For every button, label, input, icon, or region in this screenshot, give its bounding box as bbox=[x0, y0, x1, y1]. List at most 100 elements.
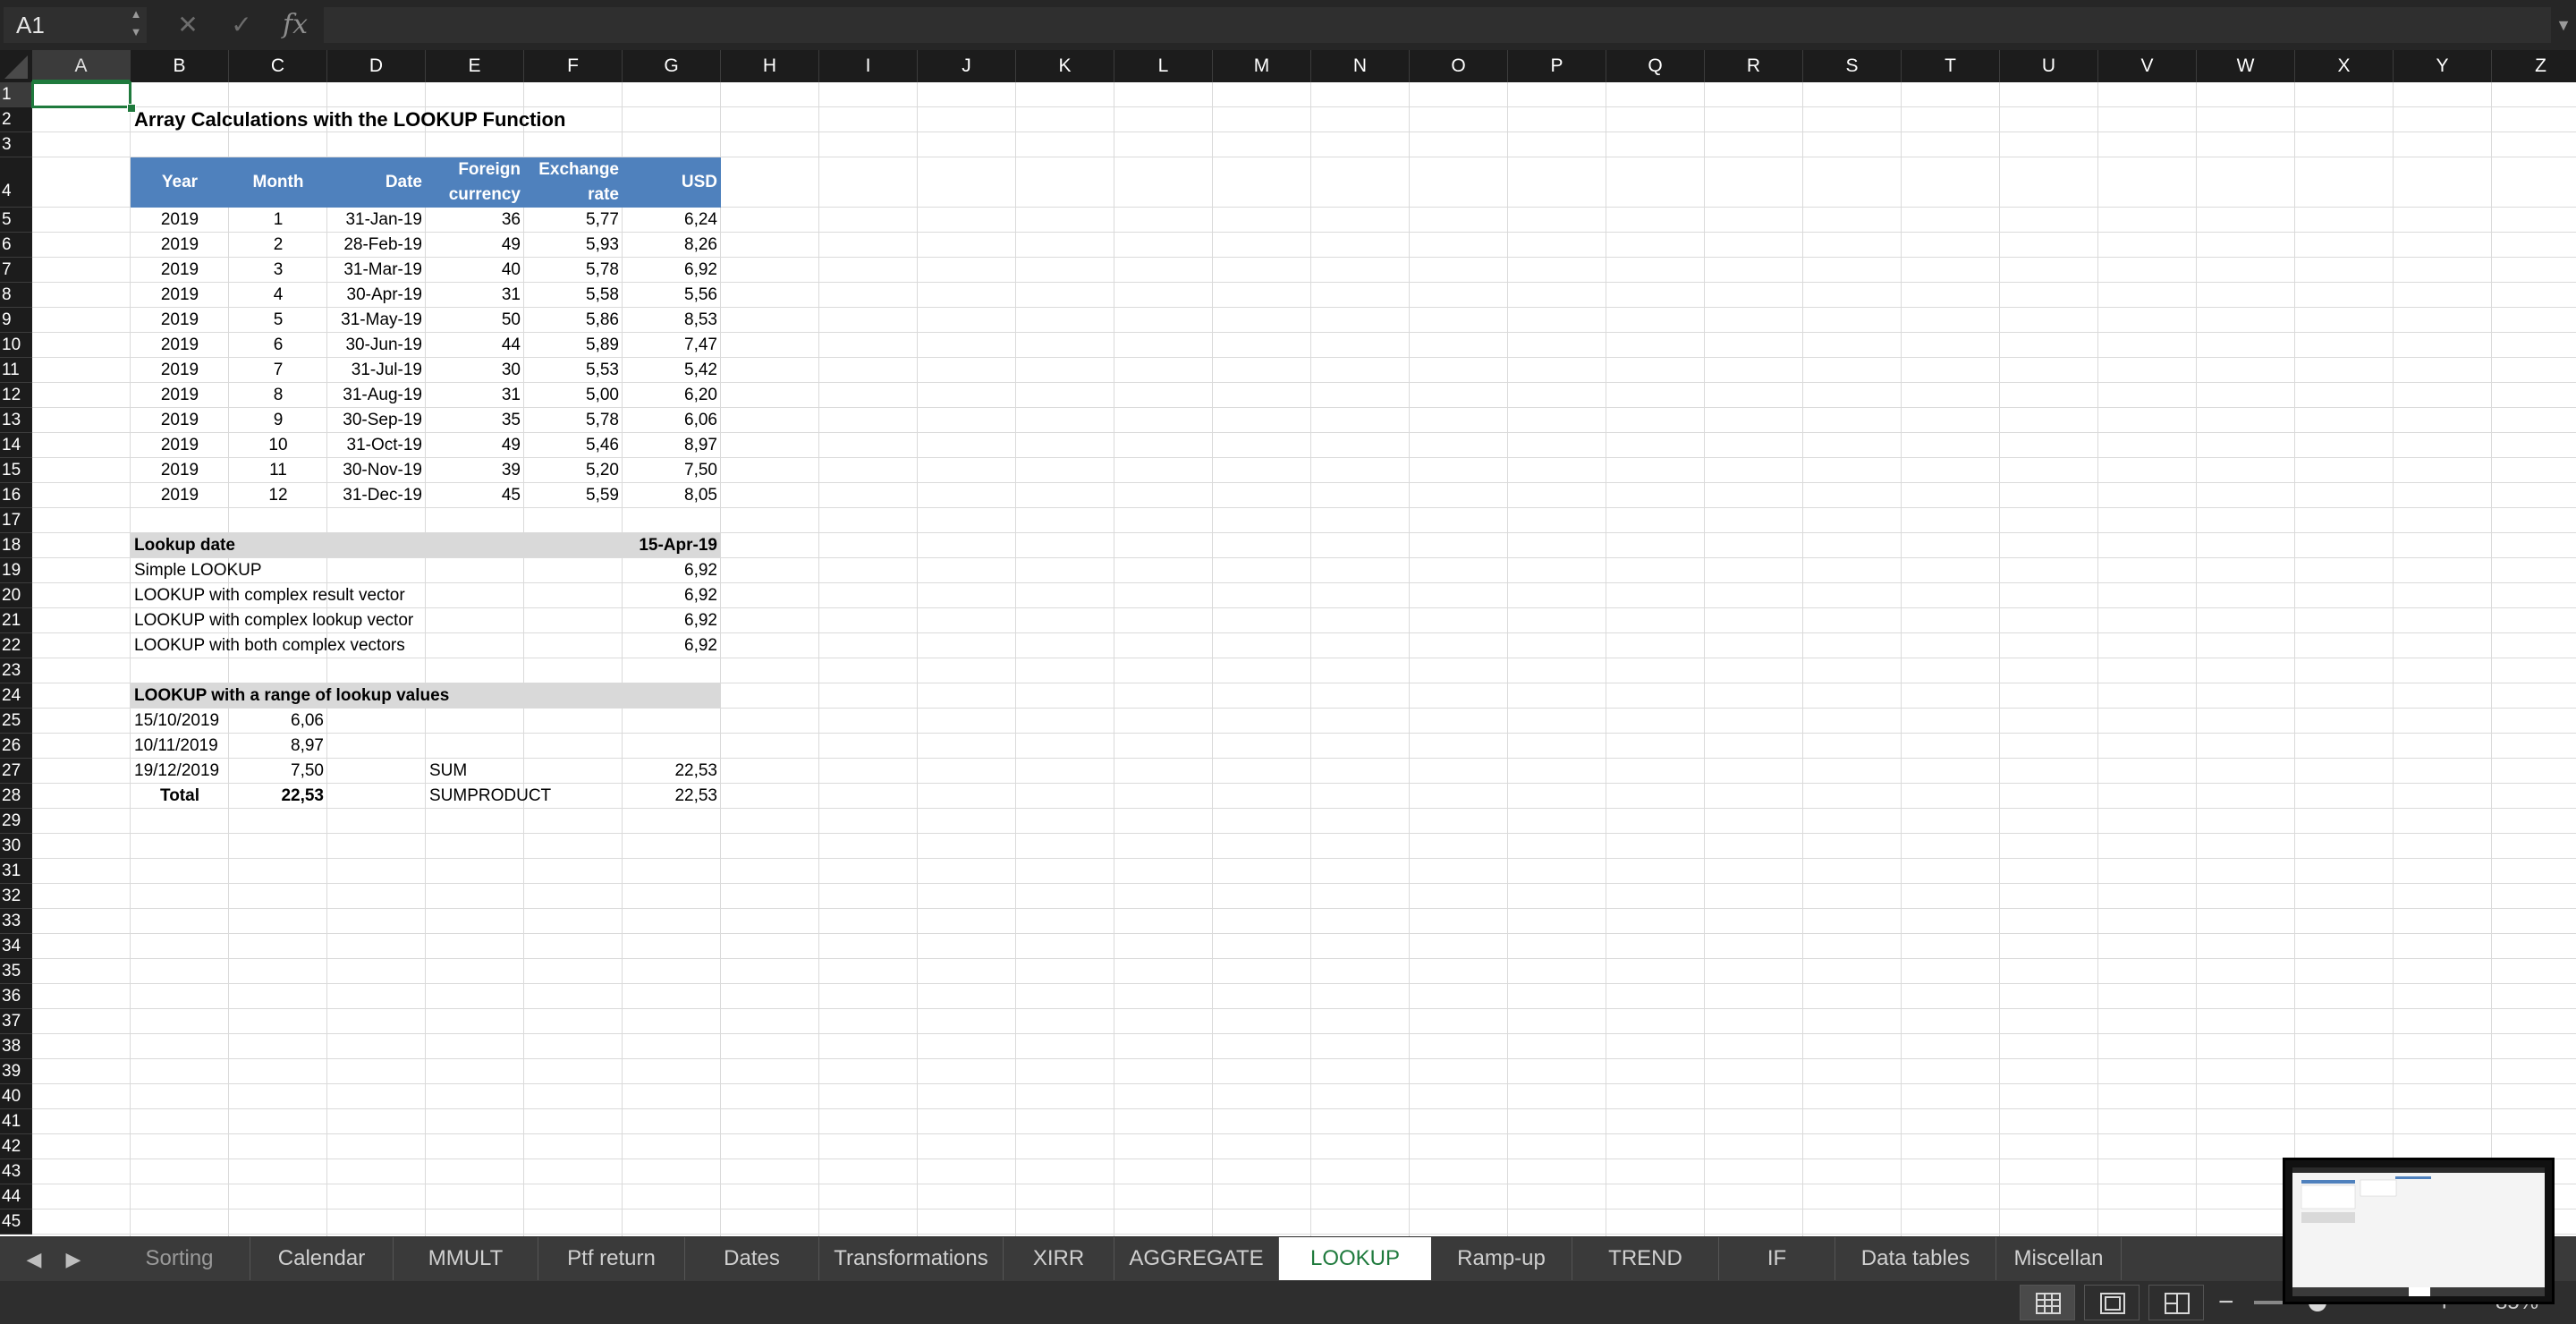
table-cell[interactable]: 8 bbox=[229, 383, 327, 408]
table-cell[interactable]: 5,53 bbox=[524, 358, 623, 383]
table-cell[interactable]: 5,58 bbox=[524, 283, 623, 308]
range-value[interactable]: 6,06 bbox=[229, 709, 327, 734]
column-header-f[interactable]: F bbox=[524, 50, 623, 82]
row-header-43[interactable]: 43 bbox=[0, 1159, 32, 1184]
sheet-tab-lookup[interactable]: LOOKUP bbox=[1279, 1237, 1431, 1280]
table-cell[interactable]: 2019 bbox=[131, 258, 229, 283]
header-month[interactable]: Month bbox=[229, 157, 327, 208]
lookup-result-value[interactable]: 6,92 bbox=[623, 583, 721, 608]
sheet-tab-data-tables[interactable]: Data tables bbox=[1835, 1237, 1996, 1280]
table-cell[interactable]: 31-Jul-19 bbox=[327, 358, 426, 383]
row-header-19[interactable]: 19 bbox=[0, 558, 32, 583]
table-cell[interactable]: 44 bbox=[426, 333, 524, 358]
row-header-28[interactable]: 28 bbox=[0, 784, 32, 809]
table-cell[interactable]: 11 bbox=[229, 458, 327, 483]
table-cell[interactable]: 2019 bbox=[131, 433, 229, 458]
table-cell[interactable]: 6,24 bbox=[623, 208, 721, 233]
row-header-34[interactable]: 34 bbox=[0, 934, 32, 959]
lookup-result-label[interactable]: Simple LOOKUP bbox=[131, 558, 488, 583]
sheet-title[interactable]: Array Calculations with the LOOKUP Funct… bbox=[131, 107, 667, 132]
row-header-42[interactable]: 42 bbox=[0, 1134, 32, 1159]
column-header-a[interactable]: A bbox=[32, 50, 131, 82]
table-cell[interactable]: 2019 bbox=[131, 358, 229, 383]
lookup-result-value[interactable]: 6,92 bbox=[623, 608, 721, 633]
row-header-5[interactable]: 5 bbox=[0, 208, 32, 233]
row-header-29[interactable]: 29 bbox=[0, 809, 32, 834]
sumproduct-label[interactable]: SUMPRODUCT bbox=[426, 784, 623, 809]
column-header-s[interactable]: S bbox=[1803, 50, 1902, 82]
column-header-h[interactable]: H bbox=[721, 50, 819, 82]
chevron-down-icon[interactable]: ▼ bbox=[2555, 9, 2572, 41]
row-header-14[interactable]: 14 bbox=[0, 433, 32, 458]
table-cell[interactable]: 10 bbox=[229, 433, 327, 458]
column-header-e[interactable]: E bbox=[426, 50, 524, 82]
lookup-result-value[interactable]: 6,92 bbox=[623, 633, 721, 658]
table-cell[interactable]: 2019 bbox=[131, 308, 229, 333]
table-cell[interactable]: 31-Oct-19 bbox=[327, 433, 426, 458]
stepper-icon[interactable]: ▲ ▼ bbox=[127, 5, 145, 45]
row-header-32[interactable]: 32 bbox=[0, 884, 32, 909]
sheet-tab-if[interactable]: IF bbox=[1719, 1237, 1835, 1280]
check-icon[interactable]: ✓ bbox=[224, 5, 259, 45]
table-cell[interactable]: 7,50 bbox=[623, 458, 721, 483]
column-header-t[interactable]: T bbox=[1902, 50, 2000, 82]
header-date[interactable]: Date bbox=[327, 157, 426, 208]
column-header-j[interactable]: J bbox=[918, 50, 1016, 82]
table-cell[interactable]: 7 bbox=[229, 358, 327, 383]
range-value[interactable]: 8,97 bbox=[229, 734, 327, 759]
column-header-c[interactable]: C bbox=[229, 50, 327, 82]
row-header-38[interactable]: 38 bbox=[0, 1034, 32, 1059]
table-cell[interactable]: 30-Jun-19 bbox=[327, 333, 426, 358]
row-header-15[interactable]: 15 bbox=[0, 458, 32, 483]
row-header-20[interactable]: 20 bbox=[0, 583, 32, 608]
header-usd[interactable]: USD bbox=[623, 157, 721, 208]
table-cell[interactable]: 30-Sep-19 bbox=[327, 408, 426, 433]
column-header-i[interactable]: I bbox=[819, 50, 918, 82]
table-cell[interactable]: 5,59 bbox=[524, 483, 623, 508]
header-foreign-currency[interactable]: Foreign currency bbox=[426, 157, 524, 208]
row-header-36[interactable]: 36 bbox=[0, 984, 32, 1009]
table-cell[interactable]: 2019 bbox=[131, 333, 229, 358]
lookup-date-label[interactable]: Lookup date bbox=[131, 533, 399, 558]
column-header-l[interactable]: L bbox=[1114, 50, 1213, 82]
row-header-3[interactable]: 3 bbox=[0, 132, 32, 157]
table-cell[interactable]: 5,46 bbox=[524, 433, 623, 458]
lookup-result-label[interactable]: LOOKUP with complex lookup vector bbox=[131, 608, 488, 633]
row-header-9[interactable]: 9 bbox=[0, 308, 32, 333]
column-header-r[interactable]: R bbox=[1705, 50, 1803, 82]
column-header-q[interactable]: Q bbox=[1606, 50, 1705, 82]
table-cell[interactable]: 2019 bbox=[131, 283, 229, 308]
table-cell[interactable]: 2019 bbox=[131, 233, 229, 258]
row-header-39[interactable]: 39 bbox=[0, 1059, 32, 1084]
table-cell[interactable]: 2019 bbox=[131, 208, 229, 233]
sum-label[interactable]: SUM bbox=[426, 759, 524, 784]
row-header-33[interactable]: 33 bbox=[0, 909, 32, 934]
table-cell[interactable]: 5,20 bbox=[524, 458, 623, 483]
column-header-w[interactable]: W bbox=[2197, 50, 2295, 82]
table-cell[interactable]: 6,20 bbox=[623, 383, 721, 408]
table-cell[interactable]: 31-Dec-19 bbox=[327, 483, 426, 508]
row-header-4[interactable]: 4 bbox=[0, 157, 32, 208]
table-cell[interactable]: 6 bbox=[229, 333, 327, 358]
column-header-u[interactable]: U bbox=[2000, 50, 2098, 82]
row-header-7[interactable]: 7 bbox=[0, 258, 32, 283]
table-cell[interactable]: 8,05 bbox=[623, 483, 721, 508]
row-header-12[interactable]: 12 bbox=[0, 383, 32, 408]
column-header-x[interactable]: X bbox=[2295, 50, 2394, 82]
sheet-tab-mmult[interactable]: MMULT bbox=[394, 1237, 538, 1280]
table-cell[interactable]: 2019 bbox=[131, 408, 229, 433]
table-cell[interactable]: 45 bbox=[426, 483, 524, 508]
row-header-31[interactable]: 31 bbox=[0, 859, 32, 884]
page-break-preview-icon[interactable] bbox=[2148, 1285, 2204, 1320]
sheet-tab-aggregate[interactable]: AGGREGATE bbox=[1114, 1237, 1279, 1280]
row-header-22[interactable]: 22 bbox=[0, 633, 32, 658]
lookup-result-label[interactable]: LOOKUP with complex result vector bbox=[131, 583, 488, 608]
row-header-25[interactable]: 25 bbox=[0, 709, 32, 734]
table-cell[interactable]: 8,53 bbox=[623, 308, 721, 333]
normal-view-icon[interactable] bbox=[2020, 1285, 2075, 1320]
row-header-2[interactable]: 2 bbox=[0, 107, 32, 132]
row-header-30[interactable]: 30 bbox=[0, 834, 32, 859]
table-cell[interactable]: 50 bbox=[426, 308, 524, 333]
table-cell[interactable]: 5,78 bbox=[524, 258, 623, 283]
row-header-45[interactable]: 45 bbox=[0, 1209, 32, 1235]
